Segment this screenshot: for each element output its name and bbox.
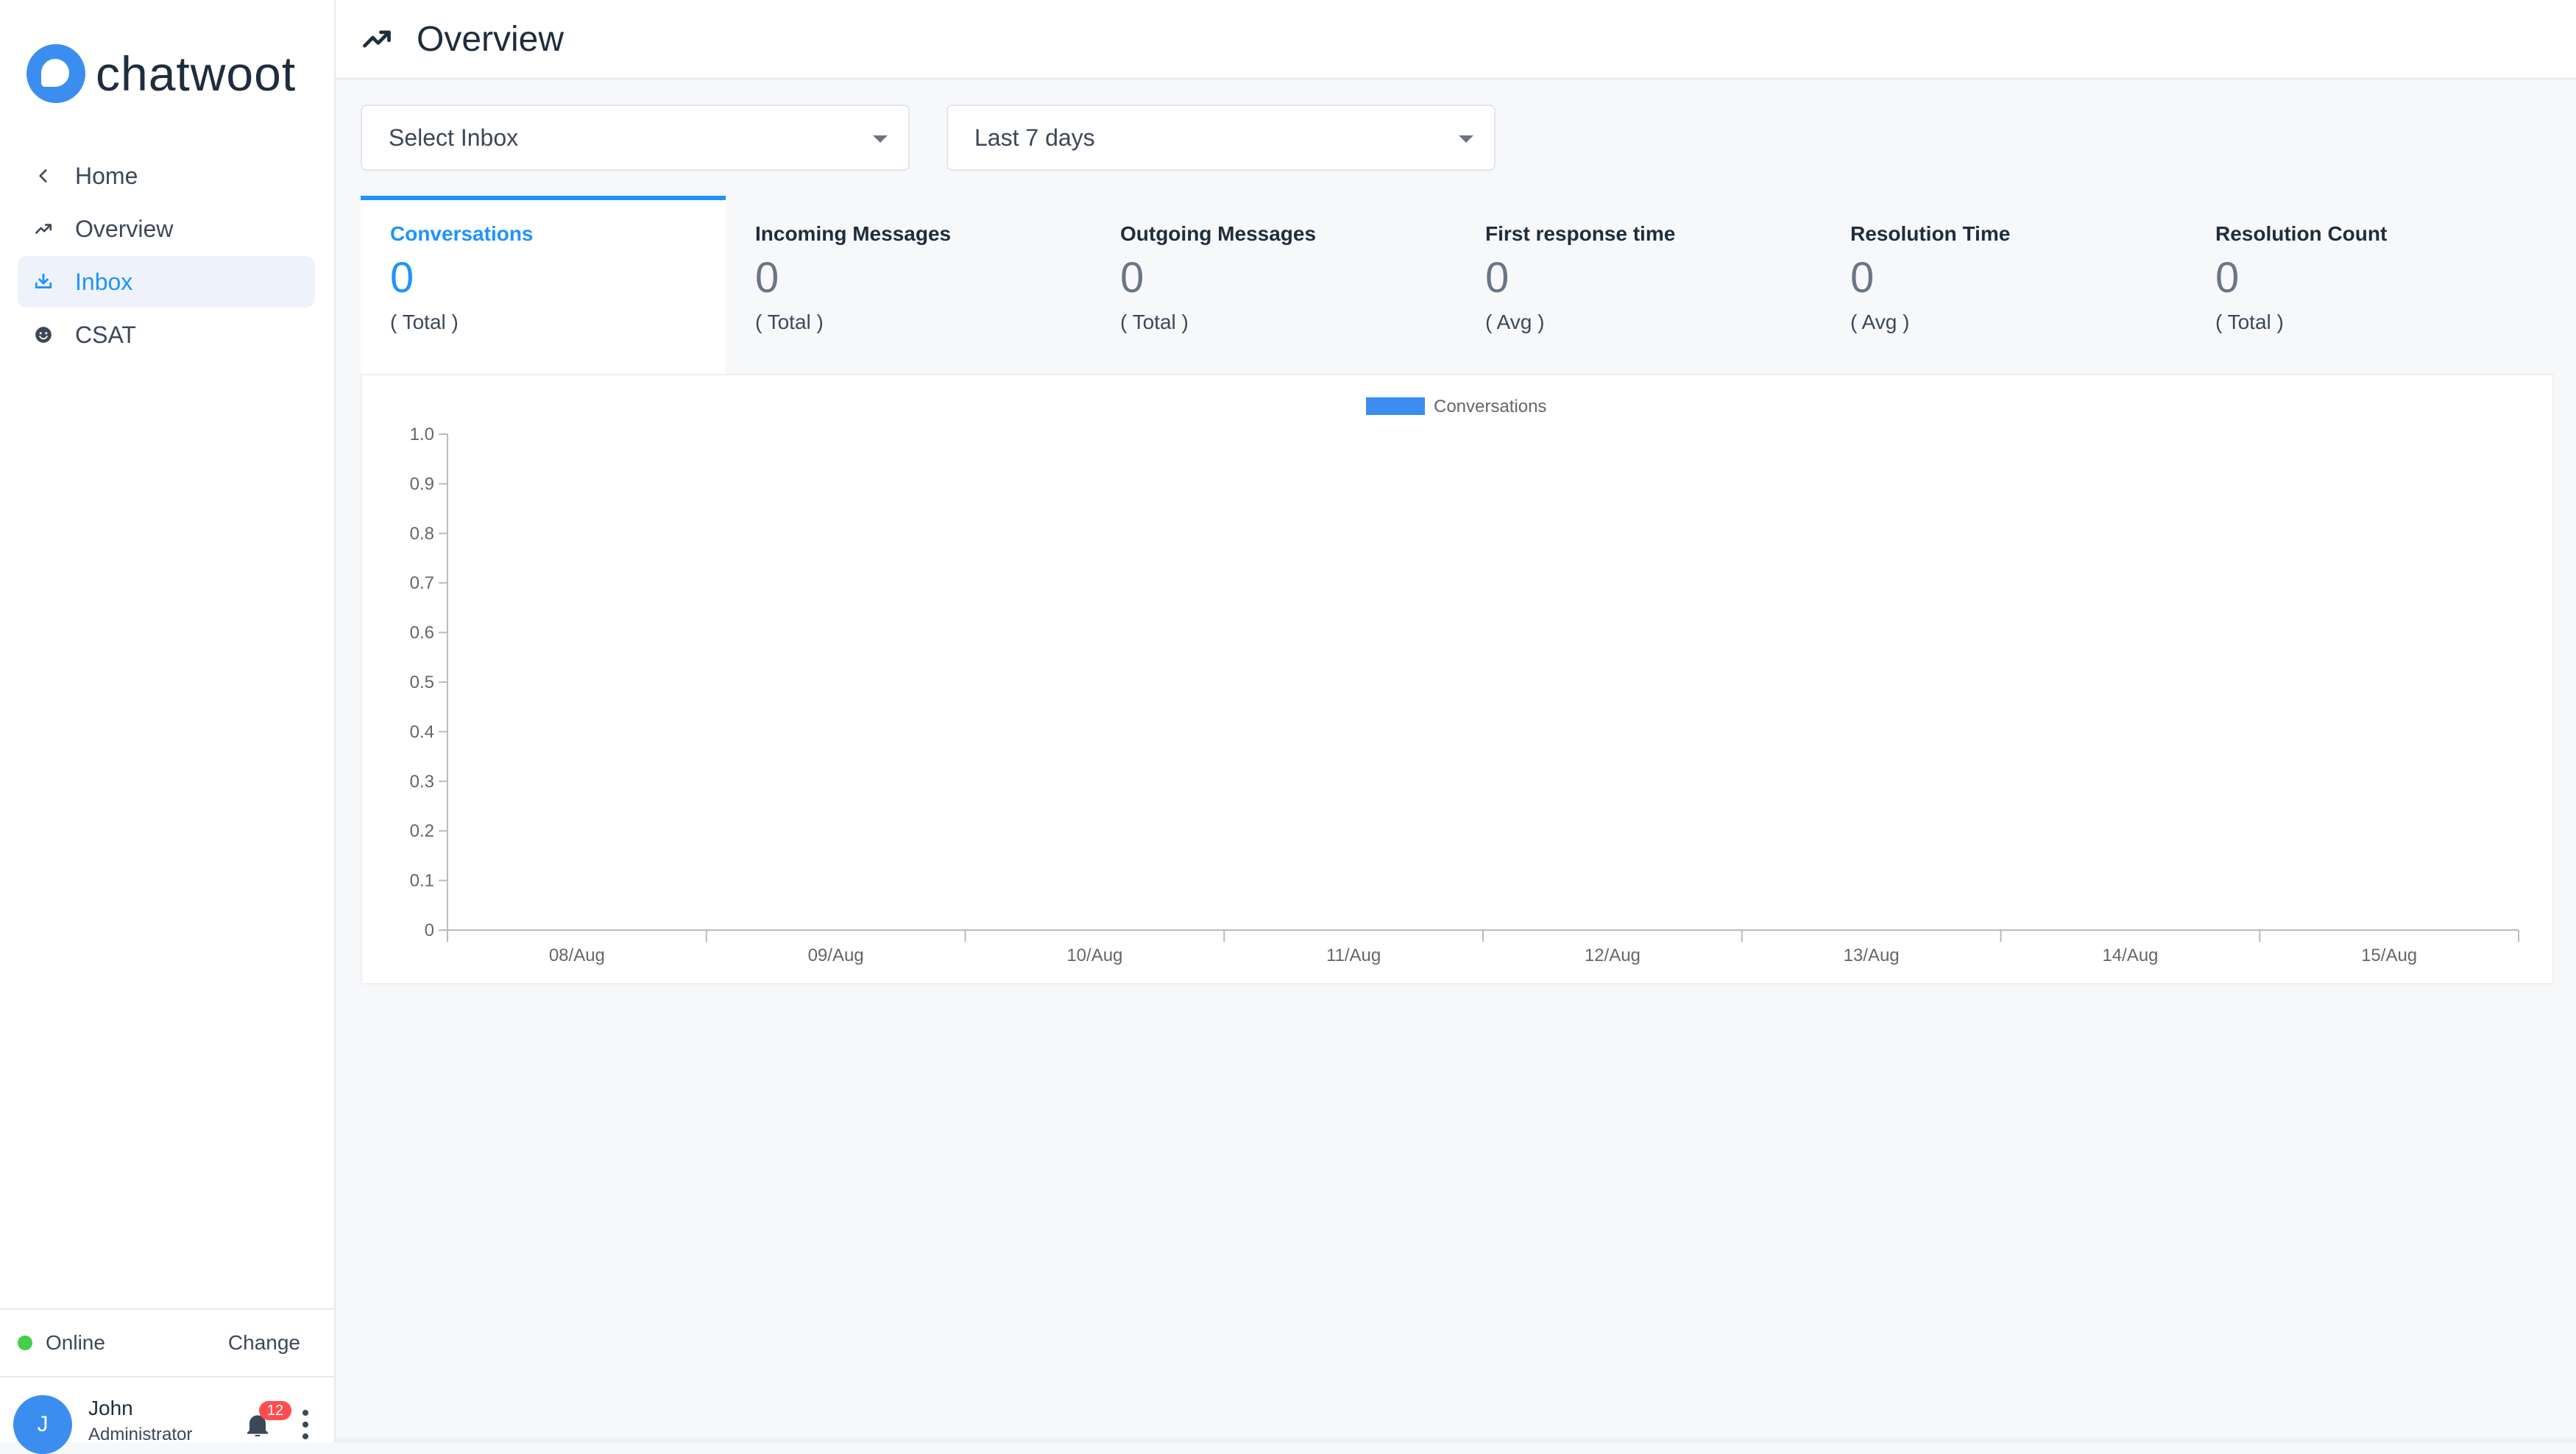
availability-status: Online Change: [0, 1308, 334, 1376]
x-tick-label: 12/Aug: [1585, 946, 1641, 965]
y-tick-label: 0.9: [410, 474, 434, 494]
inbox-select[interactable]: Select Inbox: [361, 104, 910, 171]
inbox-icon: [31, 269, 56, 294]
x-tick-label: 11/Aug: [1326, 946, 1381, 965]
inbox-select-value: Select Inbox: [389, 124, 519, 151]
x-tick-label: 09/Aug: [808, 946, 864, 965]
bottom-shadow: [336, 1436, 2576, 1442]
y-tick-label: 0.3: [410, 772, 434, 792]
y-tick-label: 0: [425, 921, 434, 940]
y-tick-label: 0.4: [410, 722, 434, 742]
metric-value: 0: [390, 254, 414, 302]
status-label: Online: [46, 1331, 105, 1354]
metric-value: 0: [1120, 254, 1144, 302]
metric-desc: ( Total ): [390, 311, 459, 333]
metric-value: 0: [1485, 254, 1510, 302]
metric-desc: ( Avg ): [1850, 311, 1910, 333]
notifications-button[interactable]: 12: [243, 1401, 291, 1439]
sidebar-item-label: Home: [75, 162, 138, 189]
metric-title: Incoming Messages: [755, 222, 952, 245]
metric-title: Resolution Time: [1850, 222, 2011, 245]
page-title: Overview: [417, 19, 565, 59]
metric-desc: ( Avg ): [1485, 311, 1545, 333]
y-tick-label: 0.2: [410, 821, 434, 841]
user-meta: John Administrator: [88, 1397, 192, 1445]
metric-tab-conversations[interactable]: Conversations 0 ( Total ): [361, 196, 726, 374]
metric-desc: ( Total ): [755, 311, 824, 333]
legend-label: Conversations: [1434, 397, 1546, 416]
online-status-dot: [18, 1336, 32, 1350]
metric-title: Conversations: [390, 222, 534, 245]
chevron-left-icon: [31, 163, 56, 188]
metric-tab-incoming-messages[interactable]: Incoming Messages 0 ( Total ): [726, 196, 1091, 374]
metric-title: Resolution Count: [2215, 222, 2388, 245]
y-tick-label: 0.5: [410, 673, 434, 692]
trending-icon: [31, 216, 56, 241]
brand[interactable]: chatwoot: [26, 43, 296, 104]
metric-value: 0: [1850, 254, 1875, 302]
metric-tab-outgoing-messages[interactable]: Outgoing Messages 0 ( Total ): [1091, 196, 1456, 374]
metric-tab-first-response-time[interactable]: First response time 0 ( Avg ): [1456, 196, 1821, 374]
y-tick-label: 0.1: [410, 871, 434, 891]
user-profile: J John Administrator 12: [0, 1376, 334, 1454]
y-tick-label: 0.8: [410, 524, 434, 544]
change-status-button[interactable]: Change: [224, 1330, 305, 1355]
sidebar-item-inbox[interactable]: Inbox: [18, 256, 315, 308]
x-tick-label: 10/Aug: [1066, 946, 1122, 965]
sidebar-item-label: CSAT: [75, 321, 136, 348]
page-header: Overview: [336, 0, 2576, 79]
legend-swatch: [1366, 397, 1425, 415]
x-tick-label: 13/Aug: [1844, 946, 1900, 965]
conversations-chart: 0 0.1 0.2 0.3 0.4 0.5 0.6 0.7 0.8 0.9 1.0 08/Aug 09/…: [410, 397, 2519, 965]
sidebar-item-overview[interactable]: Overview: [18, 203, 315, 255]
y-tick-label: 1.0: [410, 425, 434, 444]
metric-title: Outgoing Messages: [1120, 222, 1317, 245]
trending-icon: [363, 30, 391, 48]
x-tick-label: 14/Aug: [2102, 946, 2158, 965]
x-tick-label: 08/Aug: [549, 946, 605, 965]
brand-name: chatwoot: [96, 46, 297, 101]
sidebar: chatwoot Home Overview Inbox CSAT Online…: [0, 0, 336, 1454]
sidebar-item-label: Overview: [75, 215, 174, 242]
caret-down-icon: [1459, 135, 1473, 143]
caret-down-icon: [873, 135, 888, 143]
metric-title: First response time: [1485, 222, 1676, 245]
sidebar-item-home[interactable]: Home: [18, 150, 315, 202]
y-tick-label: 0.7: [410, 573, 434, 593]
date-range-select-value: Last 7 days: [974, 124, 1095, 151]
metric-tab-resolution-count[interactable]: Resolution Count 0 ( Total ): [2186, 196, 2551, 374]
sidebar-item-csat[interactable]: CSAT: [18, 309, 315, 361]
notification-count-badge: 12: [259, 1401, 291, 1420]
metric-desc: ( Total ): [1120, 311, 1189, 333]
conversations-chart-panel: 0 0.1 0.2 0.3 0.4 0.5 0.6 0.7 0.8 0.9 1.0 08/Aug 09/…: [361, 374, 2554, 985]
y-tick-label: 0.6: [410, 623, 434, 643]
metric-tabs: Conversations 0 ( Total ) Incoming Messa…: [361, 196, 2554, 374]
sidebar-nav: Home Overview Inbox CSAT: [18, 150, 315, 362]
date-range-select[interactable]: Last 7 days: [946, 104, 1496, 171]
more-options-icon[interactable]: [294, 1410, 316, 1439]
metric-value: 0: [2215, 254, 2240, 302]
app-root: chatwoot Home Overview Inbox CSAT Online…: [0, 0, 2576, 1454]
x-tick-label: 15/Aug: [2361, 946, 2417, 965]
sidebar-item-label: Inbox: [75, 268, 133, 295]
metric-tab-resolution-time[interactable]: Resolution Time 0 ( Avg ): [1821, 196, 2186, 374]
metric-value: 0: [755, 254, 779, 302]
avatar[interactable]: J: [13, 1395, 72, 1454]
metric-desc: ( Total ): [2215, 311, 2284, 333]
smile-icon: [31, 322, 56, 347]
user-name: John: [88, 1397, 133, 1419]
chatwoot-logo-icon: [26, 44, 85, 103]
